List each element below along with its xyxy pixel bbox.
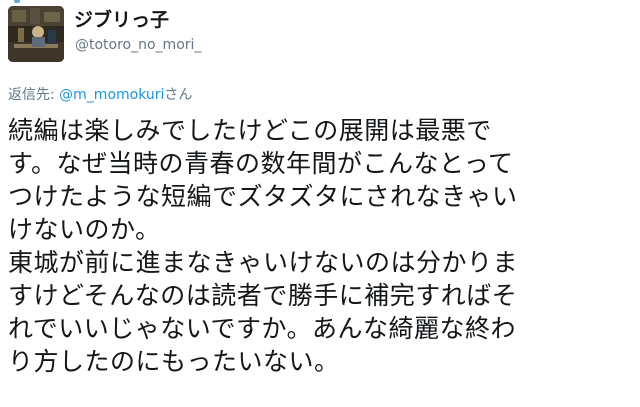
reply-to-line: 返信先: @m_momokuriさん (8, 86, 192, 104)
tweet-text-line: す。なぜ当時の青春の数年間がこんなとって (8, 149, 514, 178)
tweet-text-line: すけどそんなのは読者で勝手に補完すればそ (8, 281, 518, 310)
reply-suffix: さん (164, 87, 193, 103)
tweet-text: 続編は楽しみでしたけどこの展開は最悪で す。なぜ当時の青春の数年間がこんなとって… (8, 114, 636, 378)
tweet-text-line: 続編は楽しみでしたけどこの展開は最悪で (8, 116, 492, 145)
thread-connector (14, 0, 20, 3)
user-handle[interactable]: @totoro_no_mori_ (75, 36, 201, 54)
tweet-text-line: つけたような短編でズタズタにされなきゃい (8, 182, 518, 211)
tweet-text-line: れでいいじゃないですか。あんな綺麗な終わ (8, 314, 517, 343)
tweet-text-line: り方したのにもったいない。 (8, 347, 340, 376)
tweet-text-line: けないのか。 (8, 215, 161, 244)
reply-mention-link[interactable]: @m_momokuri (59, 87, 164, 103)
avatar-image (8, 6, 64, 62)
top-divider (0, 0, 640, 4)
user-display-name[interactable]: ジブリっ子 (74, 8, 169, 32)
avatar[interactable] (8, 6, 64, 62)
reply-prefix: 返信先: (8, 87, 60, 103)
tweet-text-line: 東城が前に進まなきゃいけないのは分かりま (8, 248, 519, 277)
tweet-card: ジブリっ子 @totoro_no_mori_ 返信先: @m_momokuriさ… (0, 0, 640, 407)
